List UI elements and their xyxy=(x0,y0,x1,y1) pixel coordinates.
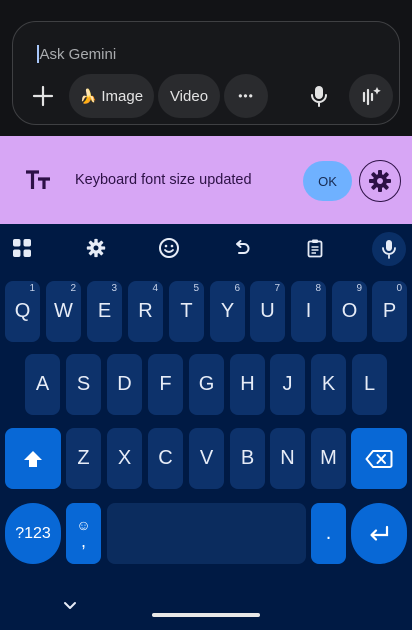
key-q[interactable]: Q1 xyxy=(5,281,40,342)
keyboard-settings-button[interactable] xyxy=(359,160,401,202)
key-e[interactable]: E3 xyxy=(87,281,122,342)
key-u[interactable]: U7 xyxy=(250,281,285,342)
clipboard-button[interactable] xyxy=(301,234,329,262)
snackbar-message: Keyboard font size updated xyxy=(75,172,252,188)
video-chip-button[interactable]: Video xyxy=(158,74,220,118)
gemini-input-area: Ask Gemini 🍌 Image Video ••• xyxy=(0,0,412,136)
key-a[interactable]: A xyxy=(25,354,60,415)
key-l[interactable]: L xyxy=(352,354,387,415)
ok-button[interactable]: OK xyxy=(303,161,352,201)
microphone-icon xyxy=(382,240,396,259)
key-number-hint: 0 xyxy=(396,283,402,294)
text-size-icon xyxy=(26,170,50,189)
gear-icon xyxy=(86,238,106,258)
key-i[interactable]: I8 xyxy=(291,281,326,342)
key-o[interactable]: O9 xyxy=(332,281,367,342)
period-key[interactable]: . xyxy=(311,503,346,564)
live-waveform-icon xyxy=(362,87,381,106)
key-g[interactable]: G xyxy=(189,354,224,415)
comma-label: , xyxy=(80,530,86,551)
key-r[interactable]: R4 xyxy=(128,281,163,342)
voice-input-button[interactable] xyxy=(372,232,406,266)
home-gesture-pill[interactable] xyxy=(152,613,260,617)
clipboard-icon xyxy=(307,239,323,258)
smiley-icon xyxy=(159,238,179,258)
undo-icon xyxy=(236,240,250,254)
key-j[interactable]: J xyxy=(270,354,305,415)
key-number-hint: 6 xyxy=(234,283,240,294)
prompt-input[interactable]: Ask Gemini xyxy=(37,45,116,63)
key-p[interactable]: P0 xyxy=(372,281,407,342)
apps-grid-icon xyxy=(13,239,31,257)
gemini-live-button[interactable] xyxy=(349,74,393,118)
banana-icon: 🍌 xyxy=(79,87,98,104)
microphone-icon[interactable] xyxy=(305,82,333,110)
key-x[interactable]: X xyxy=(107,428,142,489)
key-number-hint: 9 xyxy=(356,283,362,294)
enter-key[interactable] xyxy=(351,503,407,564)
key-number-hint: 8 xyxy=(315,283,321,294)
image-chip-label: Image xyxy=(101,87,144,105)
emoji-hint-icon: ☺ xyxy=(76,516,91,533)
key-f[interactable]: F xyxy=(148,354,183,415)
key-d[interactable]: D xyxy=(107,354,142,415)
key-b[interactable]: B xyxy=(230,428,265,489)
key-number-hint: 4 xyxy=(152,283,158,294)
key-k[interactable]: K xyxy=(311,354,346,415)
text-caret xyxy=(37,45,39,63)
more-options-button[interactable]: ••• xyxy=(224,74,268,118)
key-number-hint: 3 xyxy=(111,283,117,294)
settings-button[interactable] xyxy=(82,234,110,262)
gear-icon xyxy=(369,170,391,192)
more-dots-icon: ••• xyxy=(238,89,254,103)
key-h[interactable]: H xyxy=(230,354,265,415)
key-s[interactable]: S xyxy=(66,354,101,415)
key-number-hint: 5 xyxy=(193,283,199,294)
key-y[interactable]: Y6 xyxy=(210,281,245,342)
video-chip-label: Video xyxy=(169,87,209,105)
space-bar[interactable] xyxy=(107,503,306,564)
shift-key[interactable] xyxy=(5,428,61,489)
emoji-button[interactable] xyxy=(155,234,183,262)
backspace-icon xyxy=(365,449,393,468)
backspace-key[interactable] xyxy=(351,428,407,489)
key-number-hint: 7 xyxy=(274,283,280,294)
key-m[interactable]: M xyxy=(311,428,346,489)
comma-emoji-key[interactable]: ☺ , xyxy=(66,503,101,564)
font-size-snackbar: Keyboard font size updated OK xyxy=(0,136,412,224)
key-z[interactable]: Z xyxy=(66,428,101,489)
image-chip-button[interactable]: 🍌 Image xyxy=(69,74,154,118)
apps-grid-button[interactable] xyxy=(8,234,36,262)
key-number-hint: 2 xyxy=(70,283,76,294)
prompt-card: Ask Gemini 🍌 Image Video ••• xyxy=(12,21,400,125)
enter-arrow-icon xyxy=(370,525,389,541)
add-icon[interactable] xyxy=(29,82,57,110)
shift-arrow-icon xyxy=(24,450,42,467)
key-c[interactable]: C xyxy=(148,428,183,489)
prompt-placeholder: Ask Gemini xyxy=(39,46,117,63)
symbols-key[interactable]: ?123 xyxy=(5,503,61,564)
keyboard: Q1 W2 E3 R4 T5 Y6 U7 I8 O9 P0 A S D F G … xyxy=(0,224,412,630)
key-w[interactable]: W2 xyxy=(46,281,81,342)
key-number-hint: 1 xyxy=(29,283,35,294)
undo-button[interactable] xyxy=(228,234,256,262)
key-t[interactable]: T5 xyxy=(169,281,204,342)
key-v[interactable]: V xyxy=(189,428,224,489)
key-n[interactable]: N xyxy=(270,428,305,489)
hide-keyboard-chevron-icon[interactable] xyxy=(62,600,78,612)
